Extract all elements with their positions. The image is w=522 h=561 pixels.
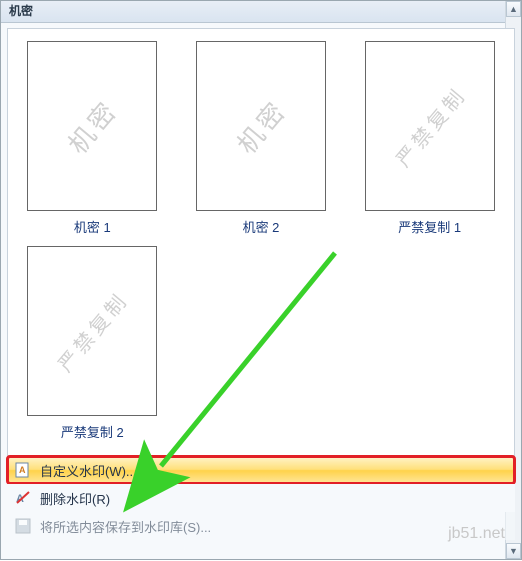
gallery-item-label: 机密 2 <box>243 217 280 236</box>
watermark-menu: A 自定义水印(W)... A 删除水印(R) 将所选内容保存到水印库(S <box>7 456 515 540</box>
save-icon <box>12 515 34 537</box>
custom-watermark-icon: A <box>12 459 34 481</box>
gallery-item[interactable]: 机密 机密 1 <box>18 41 167 236</box>
gallery-item-label: 严禁复制 2 <box>61 422 124 441</box>
svg-text:A: A <box>19 465 26 475</box>
watermark-thumbnail: 严禁复制 <box>27 246 157 416</box>
scroll-down-button[interactable]: ▼ <box>506 543 521 559</box>
watermark-thumbnail: 严禁复制 <box>365 41 495 211</box>
watermark-preview-text: 严禁复制 <box>388 80 472 172</box>
chevron-up-icon: ▲ <box>509 4 518 14</box>
menu-item-label: 自定义水印(W)... <box>40 461 137 480</box>
gallery-item-label: 严禁复制 1 <box>398 217 461 236</box>
chevron-down-icon: ▼ <box>509 546 518 556</box>
watermark-preview-text: 严禁复制 <box>50 285 134 377</box>
watermark-preview-text: 机密 <box>228 91 295 161</box>
watermark-gallery: 机密 机密 1 机密 机密 2 严禁复制 严禁复制 1 严禁复制 严禁复制 2 <box>7 28 515 456</box>
menu-item-save-to-library[interactable]: 将所选内容保存到水印库(S)... <box>7 512 515 540</box>
section-header-confidential: 机密 <box>1 1 521 23</box>
gallery-item[interactable]: 机密 机密 2 <box>187 41 336 236</box>
menu-item-label: 删除水印(R) <box>40 489 110 508</box>
watermark-thumbnail: 机密 <box>196 41 326 211</box>
menu-item-custom-watermark[interactable]: A 自定义水印(W)... <box>7 456 515 484</box>
menu-item-remove-watermark[interactable]: A 删除水印(R) <box>7 484 515 512</box>
watermark-thumbnail: 机密 <box>27 41 157 211</box>
section-title: 机密 <box>9 4 33 18</box>
remove-watermark-icon: A <box>12 487 34 509</box>
watermark-preview-text: 机密 <box>59 91 126 161</box>
menu-item-label: 将所选内容保存到水印库(S)... <box>40 517 211 536</box>
scroll-up-button[interactable]: ▲ <box>506 1 521 17</box>
gallery-item[interactable]: 严禁复制 严禁复制 1 <box>355 41 504 236</box>
gallery-item-label: 机密 1 <box>74 217 111 236</box>
gallery-item[interactable]: 严禁复制 严禁复制 2 <box>18 246 167 441</box>
watermark-picker-panel: 机密 ▲ ▼ 机密 机密 1 机密 机密 2 严禁复制 严禁复制 1 <box>0 0 522 560</box>
